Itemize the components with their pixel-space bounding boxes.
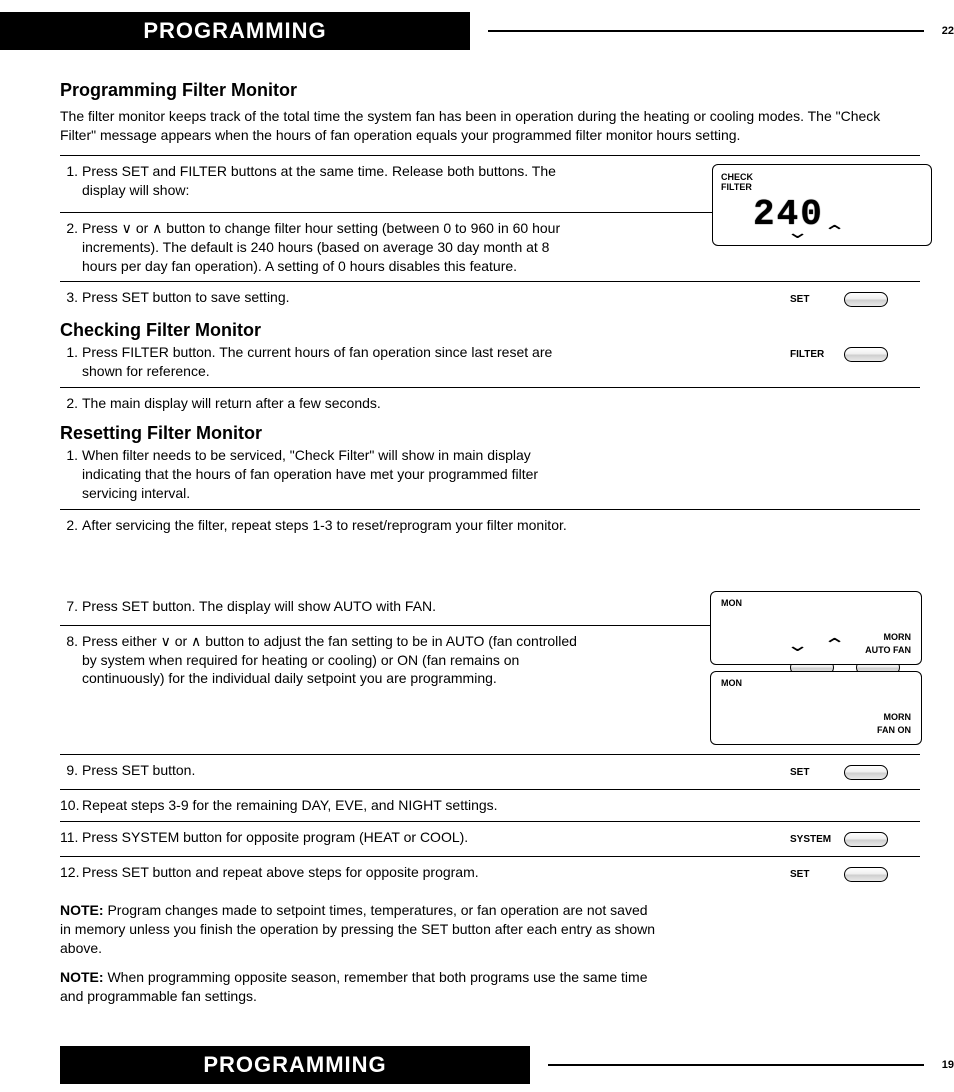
note-text: When programming opposite season, rememb… — [60, 969, 648, 1004]
oval-button-icon — [844, 292, 888, 307]
note-1: NOTE: Program changes made to setpoint t… — [60, 901, 660, 958]
step-number: 1. — [60, 162, 82, 181]
top-header: PROGRAMMING 22 — [0, 12, 954, 50]
lcd-mon-label: MON — [721, 678, 911, 688]
step-number: 9. — [60, 761, 82, 780]
section-title-resetting-filter: Resetting Filter Monitor — [60, 423, 920, 444]
step-row: 12. Press SET button and repeat above st… — [60, 856, 920, 891]
step-row: 1. Press FILTER button. The current hour… — [60, 343, 920, 387]
step-number: 2. — [60, 394, 82, 413]
button-label-filter: FILTER — [790, 348, 836, 362]
note-label: NOTE: — [60, 902, 104, 918]
step-row: 9. Press SET button. SET — [60, 755, 920, 789]
lcd-display-fan-on: MON MORN FAN ON — [710, 671, 922, 745]
step-number: 12. — [60, 863, 82, 882]
lcd-filter-label: FILTER — [721, 182, 752, 192]
step-row: 2. After servicing the filter, repeat st… — [60, 509, 920, 541]
footer-title: PROGRAMMING — [60, 1046, 530, 1084]
step-text: Press SET button. — [82, 761, 602, 780]
step-text: Press SET button and repeat above steps … — [82, 863, 602, 882]
lcd-morn-label: MORN — [877, 711, 911, 725]
chevron-up-icon: ⌃ — [823, 223, 847, 241]
step-text: Press ∨ or ∧ button to change filter hou… — [82, 219, 602, 276]
step-text: After servicing the filter, repeat steps… — [82, 516, 920, 535]
page-number-bottom: 19 — [942, 1059, 954, 1071]
step-text: Repeat steps 3-9 for the remaining DAY, … — [82, 796, 920, 815]
section-title-programming-filter: Programming Filter Monitor — [60, 80, 920, 101]
step-number: 1. — [60, 446, 82, 465]
lcd-mode-label: AUTO FAN — [865, 644, 911, 658]
button-label-set: SET — [790, 766, 836, 780]
step-number: 1. — [60, 343, 82, 362]
intro-text: The filter monitor keeps track of the to… — [60, 107, 920, 145]
step-row: 10. Repeat steps 3-9 for the remaining D… — [60, 789, 920, 821]
lcd-mode-label: FAN ON — [877, 724, 911, 738]
chevron-down-icon: ⌄ — [785, 636, 809, 654]
step-text: The main display will return after a few… — [82, 394, 920, 413]
oval-button-icon — [844, 867, 888, 882]
chevron-up-icon: ⌃ — [823, 636, 847, 654]
lcd-morn-label: MORN — [865, 631, 911, 645]
note-2: NOTE: When programming opposite season, … — [60, 968, 660, 1006]
step-text: Press SET and FILTER buttons at the same… — [82, 162, 602, 200]
button-label-set: SET — [790, 868, 836, 882]
chevron-down-icon: ⌄ — [785, 223, 809, 241]
bottom-header: PROGRAMMING 19 — [0, 1046, 954, 1084]
step-row: 1. When filter needs to be serviced, "Ch… — [60, 446, 920, 509]
step-number: 2. — [60, 219, 82, 238]
step-text: Press either ∨ or ∧ button to adjust the… — [82, 632, 602, 689]
step-text: Press SET button. The display will show … — [82, 597, 602, 616]
note-text: Program changes made to setpoint times, … — [60, 902, 655, 956]
oval-button-icon — [844, 765, 888, 780]
oval-button-icon — [844, 832, 888, 847]
button-label-set: SET — [790, 293, 836, 307]
step-row: 11. Press SYSTEM button for opposite pro… — [60, 821, 920, 856]
footer-rule — [548, 1064, 924, 1066]
step-number: 3. — [60, 288, 82, 307]
step-row: 3. Press SET button to save setting. SET — [60, 281, 920, 316]
step-number: 8. — [60, 632, 82, 651]
button-label-system: SYSTEM — [790, 833, 836, 847]
step-text: Press FILTER button. The current hours o… — [82, 343, 602, 381]
lcd-check-label: CHECK — [721, 172, 753, 182]
lcd-display-auto-fan: MON MORN AUTO FAN — [710, 591, 922, 665]
oval-button-icon — [844, 347, 888, 362]
note-label: NOTE: — [60, 969, 104, 985]
step-number: 11. — [60, 828, 82, 847]
step-text: When filter needs to be serviced, "Check… — [82, 446, 602, 503]
step-number: 2. — [60, 516, 82, 535]
page-number-top: 22 — [942, 25, 954, 37]
lcd-mon-label: MON — [721, 598, 911, 608]
step-text: Press SET button to save setting. — [82, 288, 602, 307]
step-text: Press SYSTEM button for opposite program… — [82, 828, 602, 847]
step-number: 10. — [60, 796, 82, 815]
section-title-checking-filter: Checking Filter Monitor — [60, 320, 920, 341]
step-number: 7. — [60, 597, 82, 616]
header-title: PROGRAMMING — [0, 12, 470, 50]
step-row: 2. Press ∨ or ∧ button to change filter … — [60, 212, 920, 282]
header-rule — [488, 30, 924, 32]
step-row: 2. The main display will return after a … — [60, 387, 920, 419]
